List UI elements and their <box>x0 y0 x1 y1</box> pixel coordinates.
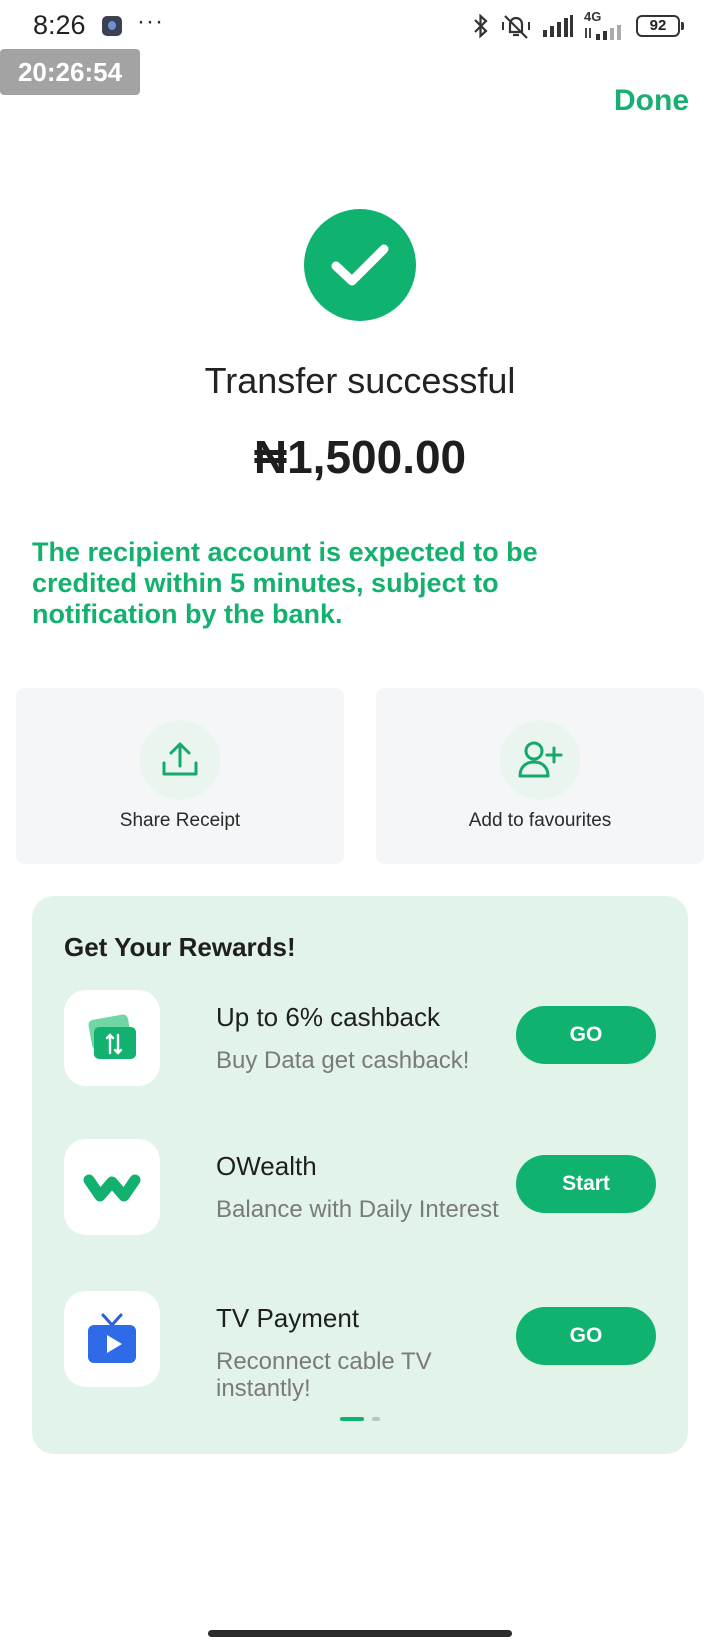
rewards-panel: Get Your Rewards! Up to 6% cashback Buy … <box>32 896 688 1454</box>
status-bar: 8:26 ··· 4G 92 <box>0 0 720 52</box>
reward-item-tv-payment: TV Payment Reconnect cable TV instantly!… <box>64 1291 656 1402</box>
done-button[interactable]: Done <box>614 84 689 118</box>
home-indicator[interactable] <box>208 1630 512 1637</box>
share-receipt-label: Share Receipt <box>119 810 241 831</box>
reward-subtitle: Balance with Daily Interest <box>216 1196 499 1223</box>
bluetooth-icon <box>474 13 488 39</box>
battery-icon: 92 <box>636 15 684 37</box>
credit-notice: The recipient account is expected to be … <box>32 537 538 629</box>
reward-title: OWealth <box>216 1151 317 1181</box>
carousel-pager <box>32 1417 688 1421</box>
mute-vibrate-icon <box>502 15 530 39</box>
pager-dot <box>372 1417 380 1421</box>
owealth-logo-icon <box>64 1139 160 1235</box>
share-upload-icon <box>140 720 220 800</box>
reward-item-cashback: Up to 6% cashback Buy Data get cashback!… <box>64 990 656 1090</box>
add-to-favourites-button[interactable]: Add to favourites <box>376 688 704 864</box>
transfer-status-title: Transfer successful <box>204 360 516 401</box>
reward-subtitle: Buy Data get cashback! <box>216 1047 470 1074</box>
success-check-icon <box>304 209 416 321</box>
reward-subtitle: Reconnect cable TV instantly! <box>216 1348 432 1402</box>
rewards-title: Get Your Rewards! <box>64 932 296 962</box>
tv-payment-go-button[interactable]: GO <box>516 1307 656 1365</box>
timestamp-overlay: 20:26:54 <box>0 49 140 95</box>
share-receipt-button[interactable]: Share Receipt <box>16 688 344 864</box>
app-notification-icon <box>102 16 122 36</box>
reward-title: Up to 6% cashback <box>216 1002 441 1032</box>
network-4g-icon: 4G <box>584 9 626 40</box>
owealth-start-button[interactable]: Start <box>516 1155 656 1213</box>
signal-icon <box>543 15 573 37</box>
cashback-go-button[interactable]: GO <box>516 1006 656 1064</box>
reward-title: TV Payment <box>216 1303 360 1333</box>
tv-play-icon <box>64 1291 160 1387</box>
add-user-icon <box>500 720 580 800</box>
reward-item-owealth: OWealth Balance with Daily Interest Star… <box>64 1139 656 1239</box>
transfer-amount: ₦1,500.00 <box>253 431 467 483</box>
status-time: 8:26 <box>33 10 86 40</box>
more-notifications-icon: ··· <box>137 8 164 35</box>
pager-dot-active <box>340 1417 364 1421</box>
data-card-icon <box>64 990 160 1086</box>
add-to-favourites-label: Add to favourites <box>468 810 612 831</box>
status-indicators: 4G 92 <box>472 9 684 42</box>
